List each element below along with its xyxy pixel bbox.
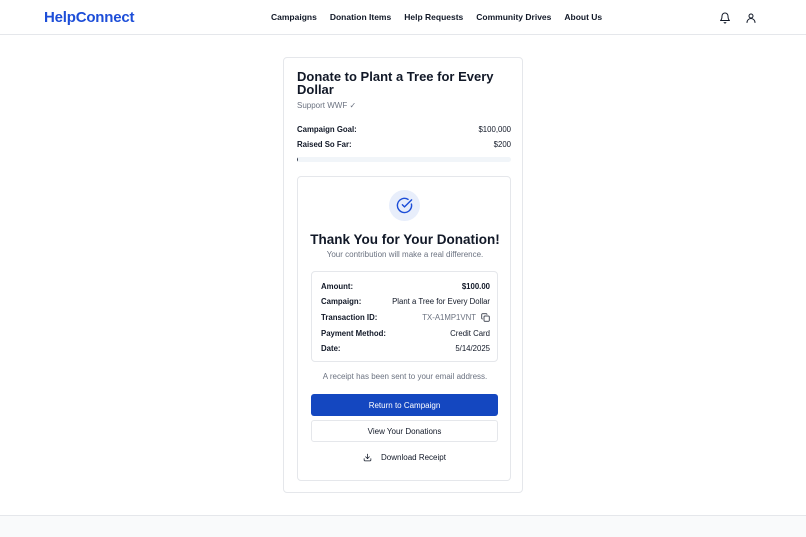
- date-value: 5/14/2025: [455, 344, 490, 353]
- nav-help-requests[interactable]: Help Requests: [404, 12, 463, 22]
- main-nav: Campaigns Donation Items Help Requests C…: [271, 12, 602, 22]
- transaction-value-wrap: TX-A1MP1VNT: [422, 313, 490, 322]
- transaction-id: TX-A1MP1VNT: [422, 313, 476, 322]
- thank-you-subtitle: Your contribution will make a real diffe…: [326, 250, 484, 259]
- payment-method-row: Payment Method: Credit Card: [321, 329, 490, 338]
- download-icon: [363, 453, 372, 462]
- campaign-goal-row: Campaign Goal: $100,000: [297, 125, 511, 134]
- footer: [0, 515, 806, 537]
- goal-label: Campaign Goal:: [297, 125, 357, 134]
- download-receipt-button[interactable]: Download Receipt: [311, 447, 498, 467]
- campaign-value: Plant a Tree for Every Dollar: [392, 297, 490, 306]
- receipt-note: A receipt has been sent to your email ad…: [322, 372, 488, 381]
- nav-about-us[interactable]: About Us: [564, 12, 602, 22]
- donation-details: Amount: $100.00 Campaign: Plant a Tree f…: [311, 271, 498, 362]
- raised-value: $200: [493, 140, 511, 149]
- campaign-title: Donate to Plant a Tree for Every Dollar: [297, 69, 494, 97]
- goal-value: $100,000: [478, 125, 511, 134]
- nav-campaigns[interactable]: Campaigns: [271, 12, 317, 22]
- amount-label: Amount:: [321, 282, 354, 291]
- donation-success-panel: Thank You for Your Donation! Your contri…: [297, 176, 511, 481]
- thank-you-title: Thank You for Your Donation!: [310, 232, 500, 247]
- raised-label: Raised So Far:: [297, 140, 352, 149]
- campaign-organization: Support WWF ✓: [297, 101, 357, 110]
- campaign-label: Campaign:: [321, 297, 362, 306]
- copy-icon[interactable]: [481, 313, 490, 322]
- amount-row: Amount: $100.00: [321, 282, 490, 291]
- donation-card: Donate to Plant a Tree for Every Dollar …: [283, 57, 523, 493]
- raised-row: Raised So Far: $200: [297, 140, 511, 149]
- date-row: Date: 5/14/2025: [321, 344, 490, 353]
- logo[interactable]: HelpConnect: [44, 9, 135, 26]
- payment-method-value: Credit Card: [450, 329, 490, 338]
- user-icon[interactable]: [745, 11, 757, 23]
- nav-community-drives[interactable]: Community Drives: [476, 12, 551, 22]
- date-label: Date:: [321, 344, 341, 353]
- campaign-row: Campaign: Plant a Tree for Every Dollar: [321, 297, 490, 306]
- progress-fill: [297, 157, 299, 162]
- top-navbar: HelpConnect Campaigns Donation Items Hel…: [0, 0, 806, 35]
- view-donations-button[interactable]: View Your Donations: [311, 420, 498, 442]
- nav-donation-items[interactable]: Donation Items: [330, 12, 391, 22]
- transaction-label: Transaction ID:: [321, 313, 378, 322]
- return-to-campaign-button[interactable]: Return to Campaign: [311, 394, 498, 416]
- transaction-row: Transaction ID: TX-A1MP1VNT: [321, 313, 490, 322]
- download-receipt-label: Download Receipt: [381, 452, 446, 462]
- amount-value: $100.00: [461, 282, 490, 291]
- bell-icon[interactable]: [719, 11, 731, 24]
- check-circle-icon: [389, 190, 420, 221]
- payment-method-label: Payment Method:: [321, 329, 386, 338]
- progress-bar: [297, 157, 511, 162]
